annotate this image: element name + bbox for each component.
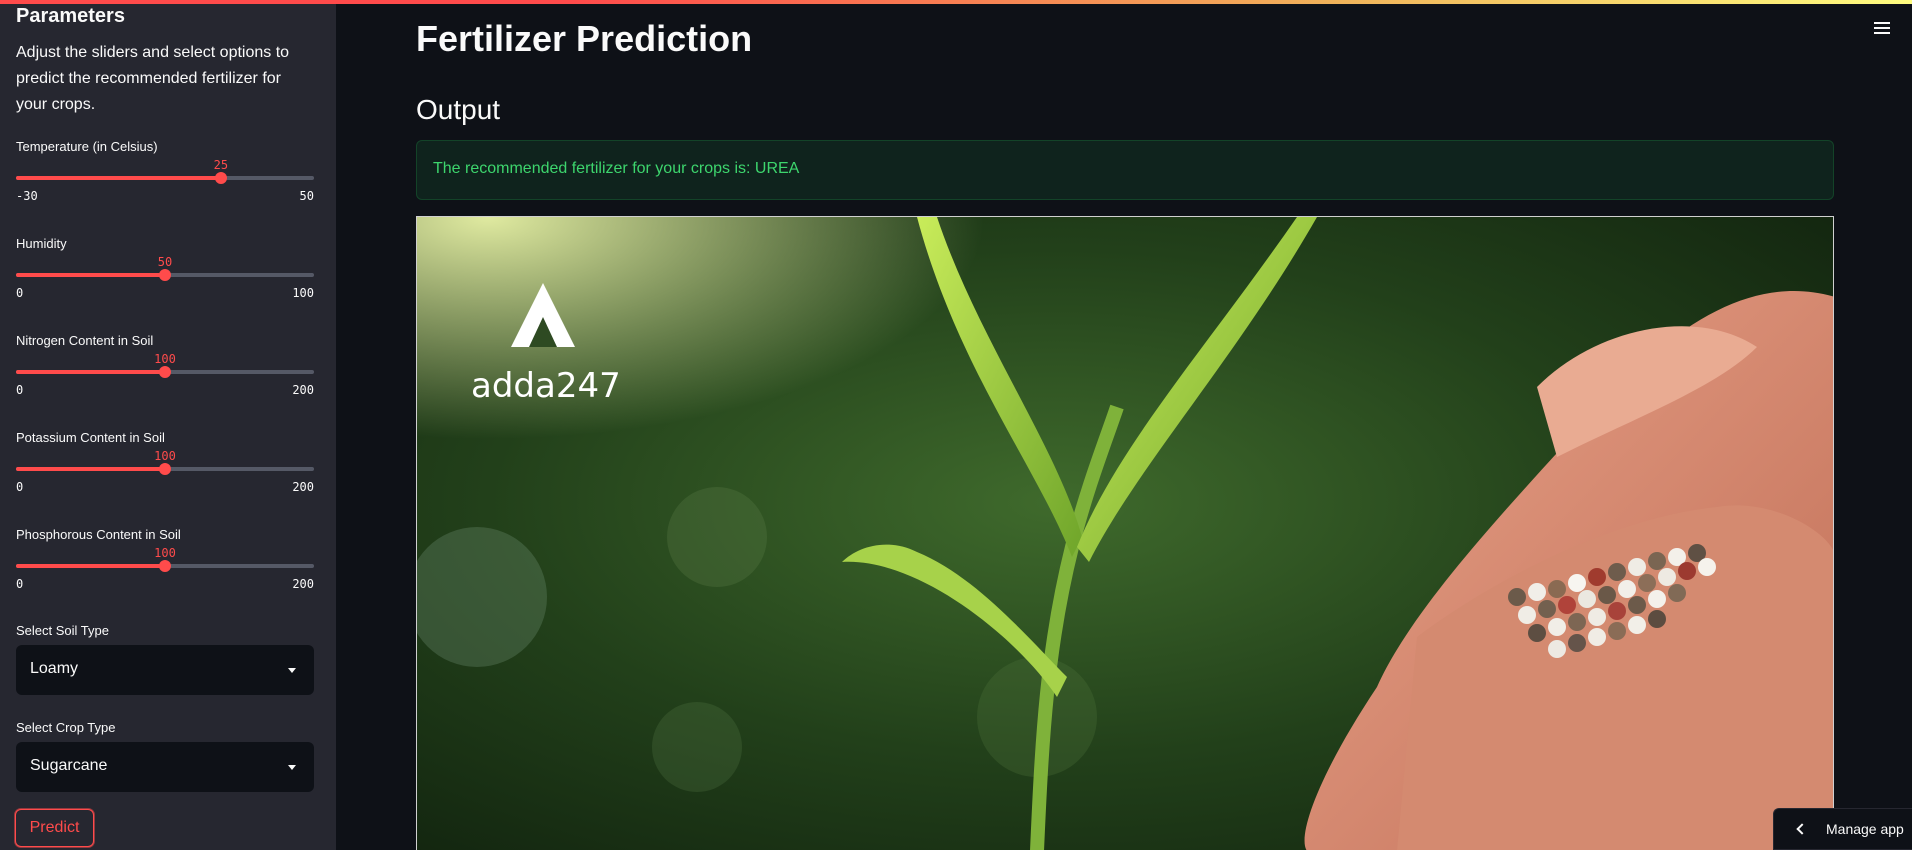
- slider-track[interactable]: [16, 463, 314, 475]
- slider-label: Potassium Content in Soil: [16, 430, 165, 445]
- sidebar-title: Parameters: [16, 5, 125, 27]
- slider-min: 0: [16, 383, 24, 397]
- slider-fill: [16, 273, 165, 277]
- slider-fill: [16, 176, 221, 180]
- slider-label: Temperature (in Celsius): [16, 139, 158, 154]
- slider-min: -30: [16, 189, 38, 203]
- temperature-slider[interactable]: Temperature (in Celsius) 25 -30 50: [16, 139, 314, 229]
- sidebar-description: Adjust the sliders and select options to…: [16, 44, 290, 113]
- page-title: Fertilizer Prediction: [416, 18, 753, 59]
- slider-track[interactable]: [16, 366, 314, 378]
- crop-type-dropdown[interactable]: Sugarcane: [16, 742, 314, 792]
- slider-min: 0: [16, 286, 24, 300]
- slider-thumb[interactable]: [214, 172, 227, 184]
- soil-type-select: Select Soil Type Loamy: [16, 623, 314, 695]
- soil-type-dropdown[interactable]: Loamy: [16, 645, 314, 695]
- main-content: Fertilizer Prediction Output The recomme…: [336, 0, 1912, 850]
- slider-thumb[interactable]: [159, 366, 171, 378]
- crop-type-select: Select Crop Type Sugarcane: [16, 720, 314, 792]
- slider-fill: [16, 467, 165, 471]
- top-decoration-bar: [0, 0, 1912, 4]
- slider-label: Humidity: [16, 236, 67, 251]
- slider-thumb[interactable]: [159, 463, 171, 475]
- predict-button[interactable]: Predict: [15, 809, 94, 847]
- slider-max: 100: [292, 286, 314, 300]
- slider-max: 200: [292, 577, 314, 591]
- chevron-left-icon: [1796, 823, 1808, 835]
- slider-track[interactable]: [16, 560, 314, 572]
- slider-max: 50: [299, 189, 314, 203]
- soil-type-value: Loamy: [30, 660, 79, 677]
- slider-fill: [16, 370, 165, 374]
- manage-app-button[interactable]: Manage app: [1773, 808, 1912, 850]
- logo-text: adda247: [471, 366, 621, 406]
- slider-thumb[interactable]: [159, 269, 171, 281]
- soil-type-label: Select Soil Type: [16, 623, 109, 638]
- nitrogen-slider[interactable]: Nitrogen Content in Soil 100 0 200: [16, 333, 314, 423]
- slider-max: 200: [292, 383, 314, 397]
- manage-app-label: Manage app: [1826, 821, 1904, 837]
- slider-min: 0: [16, 480, 24, 494]
- slider-thumb[interactable]: [159, 560, 171, 572]
- slider-track[interactable]: [16, 269, 314, 281]
- slider-label: Nitrogen Content in Soil: [16, 333, 154, 348]
- phosphorous-slider[interactable]: Phosphorous Content in Soil 100 0 200: [16, 527, 314, 617]
- crop-type-value: Sugarcane: [30, 757, 108, 774]
- caret-down-icon: [288, 765, 296, 770]
- slider-value: 100: [154, 449, 176, 463]
- potassium-slider[interactable]: Potassium Content in Soil 100 0 200: [16, 430, 314, 520]
- slider-value: 100: [154, 546, 176, 560]
- crop-type-label: Select Crop Type: [16, 720, 116, 735]
- slider-value: 100: [154, 352, 176, 366]
- fertilizer-image: adda247: [416, 216, 1834, 850]
- output-heading: Output: [416, 94, 501, 125]
- slider-value: 25: [213, 158, 229, 172]
- result-text: The recommended fertilizer for your crop…: [433, 160, 800, 177]
- slider-label: Phosphorous Content in Soil: [16, 527, 181, 542]
- hamburger-icon[interactable]: [1874, 22, 1890, 36]
- humidity-slider[interactable]: Humidity 50 0 100: [16, 236, 314, 326]
- caret-down-icon: [288, 668, 296, 673]
- slider-value: 50: [157, 255, 173, 269]
- slider-track[interactable]: [16, 172, 314, 184]
- result-alert: The recommended fertilizer for your crop…: [416, 140, 1834, 200]
- slider-min: 0: [16, 577, 24, 591]
- slider-fill: [16, 564, 165, 568]
- slider-max: 200: [292, 480, 314, 494]
- sidebar: Parameters Adjust the sliders and select…: [0, 0, 336, 850]
